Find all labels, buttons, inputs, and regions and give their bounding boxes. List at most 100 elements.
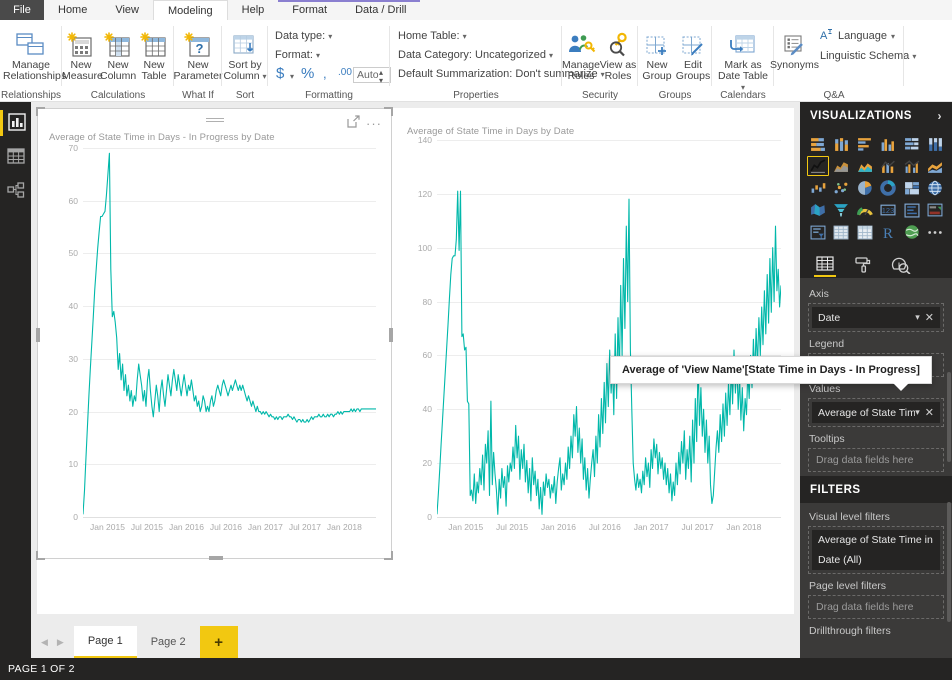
resize-handle-bottom[interactable] (208, 556, 223, 560)
sidebar-item-model-view[interactable] (3, 178, 28, 204)
spinner-up-icon[interactable]: ▴ (379, 69, 383, 77)
sort-by-column-button[interactable]: Sort by Column ▾ (217, 24, 273, 82)
tab-file[interactable]: File (0, 0, 44, 20)
ribbon-tab-format[interactable]: Format (278, 0, 342, 20)
ribbon-tab-modeling[interactable]: Modeling (153, 0, 228, 20)
mark-as-date-table-button[interactable]: Mark as Date Table ▾ (715, 24, 771, 93)
format-tab[interactable] (852, 253, 874, 277)
map-icon[interactable] (925, 178, 947, 198)
matrix-icon[interactable] (854, 222, 876, 242)
area-chart-icon[interactable] (831, 156, 853, 176)
line-and-stacked-column-chart-icon[interactable] (878, 156, 900, 176)
sidebar-item-report-view[interactable] (0, 110, 28, 136)
ribbon-tab-home[interactable]: Home (44, 0, 102, 20)
chevron-down-icon[interactable]: ▾ (328, 32, 332, 41)
ribbon-chart-icon[interactable] (925, 156, 947, 176)
chevron-down-icon[interactable]: ▾ (915, 407, 920, 418)
new-measure-button[interactable]: New Measure (62, 24, 103, 82)
donut-chart-icon[interactable] (878, 178, 900, 198)
edit-groups-button[interactable]: Edit Groups (674, 24, 712, 82)
stacked-area-chart-icon[interactable] (854, 156, 876, 176)
decimal-places-select[interactable]: Auto (353, 67, 391, 83)
resize-handle-right[interactable] (389, 327, 393, 342)
multi-row-card-icon[interactable] (901, 200, 923, 220)
data-type-row[interactable]: Data type: ▾ (275, 30, 332, 42)
filter-dropzone[interactable]: Average of State Time in ... Date (All) (808, 526, 944, 574)
resize-handle-bottom-left[interactable] (36, 551, 45, 560)
format-row[interactable]: Format: ▾ (275, 49, 320, 61)
fields-tab[interactable] (814, 253, 836, 277)
table-icon[interactable] (831, 222, 853, 242)
filter-chip[interactable]: Average of State Time in ... (812, 530, 940, 550)
waterfall-chart-icon[interactable] (807, 178, 829, 198)
resize-handle-top-right[interactable] (384, 107, 393, 116)
currency-chevron-down-icon[interactable]: ▾ (290, 72, 294, 81)
analytics-tab[interactable] (890, 253, 912, 277)
language-row[interactable]: A Language ▾ (820, 28, 895, 44)
ribbon-tab-help[interactable]: Help (227, 0, 279, 20)
100-stacked-column-chart-icon[interactable] (925, 134, 947, 154)
filters-body[interactable]: Visual level filters Average of State Tim… (800, 503, 952, 646)
new-column-button[interactable]: New Column (100, 24, 136, 82)
close-icon[interactable]: ✕ (925, 406, 934, 419)
field-well-values[interactable]: Average of State Time in ▾ ✕ (808, 398, 944, 427)
page-nav-arrows[interactable]: ◀ ▶ (31, 626, 74, 658)
slicer-icon[interactable] (807, 222, 829, 242)
currency-button[interactable]: $ (276, 65, 284, 82)
spinner-down-icon[interactable]: ▾ (379, 77, 383, 85)
filter-dropzone[interactable]: Drag data fields here (808, 595, 944, 619)
resize-handle-left[interactable] (36, 327, 40, 342)
treemap-icon[interactable] (901, 178, 923, 198)
chevron-right-icon[interactable]: › (938, 109, 943, 123)
page-tabs[interactable]: ◀ ▶ Page 1 Page 2 + (31, 626, 238, 658)
synonyms-button[interactable]: Synonyms (770, 24, 819, 71)
line-chart-visual-right[interactable]: Average of State Time in Days by Date 0 2… (399, 112, 791, 555)
clustered-column-chart-icon[interactable] (878, 134, 900, 154)
manage-relationships-button[interactable]: Manage Relationships (3, 24, 66, 82)
pie-chart-icon[interactable] (854, 178, 876, 198)
chevron-down-icon[interactable]: ▾ (891, 32, 895, 41)
stacked-bar-chart-icon[interactable] (807, 134, 829, 154)
plot-area-right[interactable] (437, 140, 781, 518)
field-well-dropzone-tooltips[interactable]: Drag data fields here (808, 448, 944, 472)
resize-handle-bottom-right[interactable] (384, 551, 393, 560)
data-category-row[interactable]: Data Category: Uncategorized ▾ (398, 49, 553, 61)
scatter-chart-icon[interactable] (831, 178, 853, 198)
chevron-down-icon[interactable]: ▾ (912, 52, 916, 61)
sidebar-item-data-view[interactable] (3, 144, 28, 170)
chevron-left-icon[interactable]: ◀ (41, 637, 48, 648)
chevron-down-icon[interactable]: ▾ (915, 312, 920, 323)
visualizations-scrollbar[interactable] (947, 372, 951, 462)
r-script-visual-icon[interactable]: R (878, 222, 900, 242)
new-group-button[interactable]: New Group (638, 24, 676, 82)
view-as-roles-button[interactable]: View as Roles (598, 24, 638, 82)
filter-chip[interactable]: Date (All) (812, 550, 940, 570)
chevron-right-icon[interactable]: ▶ (57, 637, 64, 648)
field-well-axis[interactable]: Date ▾ ✕ (808, 303, 944, 332)
arcgis-map-icon[interactable] (901, 222, 923, 242)
visualization-type-grid[interactable]: 123 R (800, 130, 952, 248)
decimal-places-button[interactable]: .00 (338, 67, 352, 78)
page-tab-1[interactable]: Page 1 (73, 626, 137, 658)
manage-roles-button[interactable]: Manage Roles (561, 24, 601, 82)
chevron-down-icon[interactable]: ▾ (549, 51, 553, 60)
funnel-icon[interactable] (831, 200, 853, 220)
ribbon-tab-data-drill[interactable]: Data / Drill (341, 0, 421, 20)
filled-map-icon[interactable] (807, 200, 829, 220)
more-options-icon[interactable] (925, 222, 947, 242)
line-and-clustered-column-chart-icon[interactable] (901, 156, 923, 176)
field-chip[interactable]: Average of State Time in ▾ ✕ (812, 402, 940, 423)
stacked-column-chart-icon[interactable] (831, 134, 853, 154)
line-chart-icon[interactable] (807, 156, 829, 176)
kpi-icon[interactable] (925, 200, 947, 220)
ribbon-tab-view[interactable]: View (101, 0, 153, 20)
chevron-down-icon[interactable]: ▾ (463, 32, 467, 41)
clustered-bar-chart-icon[interactable] (854, 134, 876, 154)
chevron-down-icon[interactable]: ▾ (316, 51, 320, 60)
resize-handle-top-left[interactable] (36, 107, 45, 116)
close-icon[interactable]: ✕ (925, 311, 934, 324)
new-table-button[interactable]: New Table (136, 24, 172, 82)
card-icon[interactable]: 123 (878, 200, 900, 220)
thousands-separator-button[interactable]: , (323, 66, 327, 81)
percent-button[interactable]: % (301, 65, 314, 82)
